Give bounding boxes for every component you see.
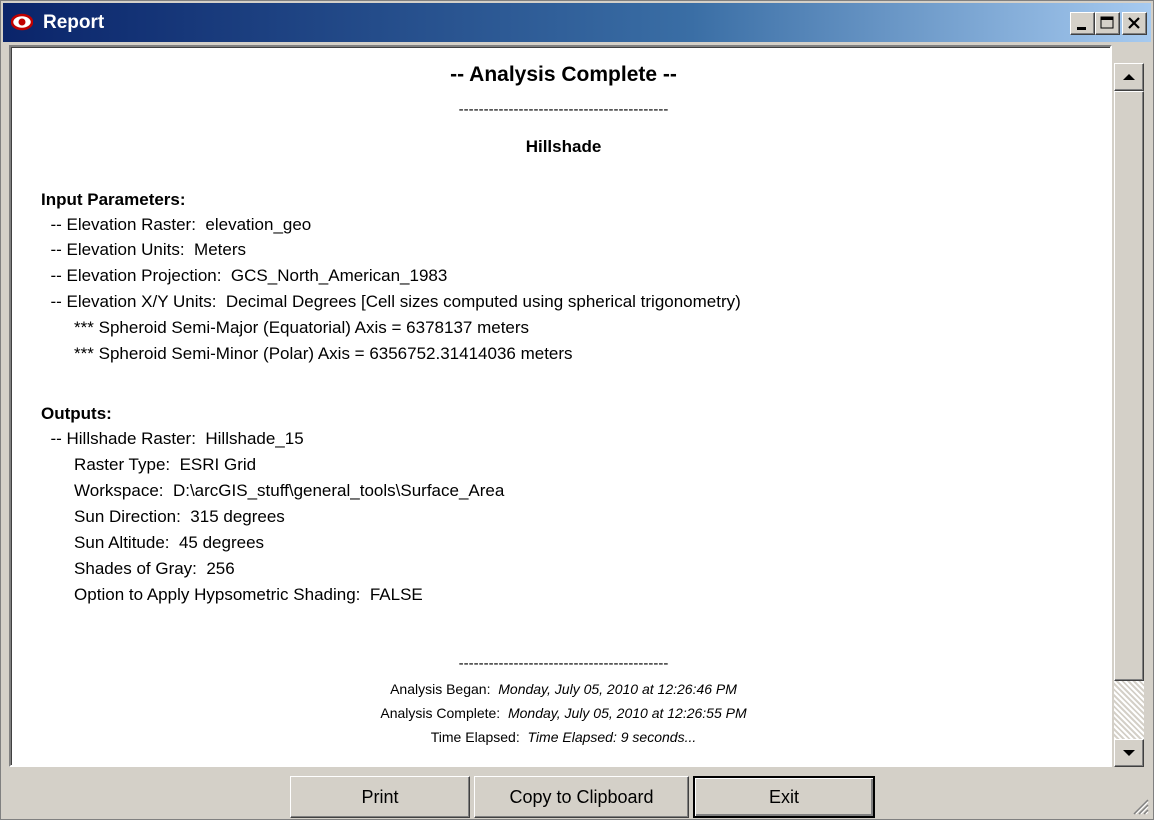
maximize-icon <box>1100 16 1114 29</box>
outputs-heading: Outputs: <box>41 404 112 423</box>
report-window: Report -- Analysis Complete -- ---------… <box>0 0 1154 820</box>
analysis-began-value: Monday, July 05, 2010 at 12:26:46 PM <box>498 681 737 697</box>
input-parameters-heading: Input Parameters: <box>41 190 186 209</box>
arrow-down-icon <box>1123 750 1135 756</box>
output-line: Sun Direction: 315 degrees <box>41 507 285 526</box>
input-line: *** Spheroid Semi-Major (Equatorial) Axi… <box>41 318 530 337</box>
input-line: -- Elevation Raster: elevation_geo <box>41 215 312 234</box>
report-text-area[interactable]: -- Analysis Complete -- ----------------… <box>9 45 1112 767</box>
time-elapsed: Time Elapsed: Time Elapsed: 9 seconds... <box>41 729 1086 745</box>
input-line: -- Elevation Projection: GCS_North_Ameri… <box>41 266 448 285</box>
maximize-button[interactable] <box>1095 12 1120 35</box>
exit-button-label: Exit <box>768 786 799 807</box>
time-elapsed-value: Time Elapsed: 9 seconds... <box>527 729 697 745</box>
close-button[interactable] <box>1122 12 1147 35</box>
window-title: Report <box>43 12 105 33</box>
output-line: Sun Altitude: 45 degrees <box>41 533 265 552</box>
scroll-up-button[interactable] <box>1114 63 1144 91</box>
close-icon <box>1128 17 1140 29</box>
output-line: -- Hillshade Raster: Hillshade_15 <box>41 429 304 448</box>
eye-icon <box>11 13 33 31</box>
footer-separator: ----------------------------------------… <box>458 655 669 672</box>
input-line: -- Elevation Units: Meters <box>41 240 247 259</box>
input-line: *** Spheroid Semi-Minor (Polar) Axis = 6… <box>41 344 573 363</box>
minimize-icon <box>1077 27 1086 30</box>
analysis-began: Analysis Began: Monday, July 05, 2010 at… <box>41 681 1086 697</box>
analysis-complete-label: Analysis Complete: <box>380 705 508 721</box>
print-button[interactable]: Print <box>290 776 470 818</box>
output-line: Workspace: D:\arcGIS_stuff\general_tools… <box>41 481 505 500</box>
output-line: Option to Apply Hypsometric Shading: FAL… <box>41 585 423 604</box>
input-line: -- Elevation X/Y Units: Decimal Degrees … <box>41 292 741 311</box>
report-heading: -- Analysis Complete -- <box>450 63 677 86</box>
analysis-complete-value: Monday, July 05, 2010 at 12:26:55 PM <box>507 705 747 721</box>
copy-to-clipboard-button[interactable]: Copy to Clipboard <box>474 776 689 818</box>
title-bar[interactable]: Report <box>3 3 1151 42</box>
tool-name: Hillshade <box>525 137 602 156</box>
time-elapsed-label: Time Elapsed: <box>430 729 528 745</box>
scroll-thumb[interactable] <box>1114 91 1144 681</box>
copy-button-label: Copy to Clipboard <box>509 786 654 807</box>
analysis-complete: Analysis Complete: Monday, July 05, 2010… <box>41 705 1086 721</box>
output-line: Shades of Gray: 256 <box>41 559 235 578</box>
arrow-up-icon <box>1123 74 1135 80</box>
print-button-label: Print <box>361 786 399 807</box>
minimize-button[interactable] <box>1070 12 1095 35</box>
output-line: Raster Type: ESRI Grid <box>41 455 257 474</box>
analysis-began-label: Analysis Began: <box>390 681 499 697</box>
scroll-track[interactable] <box>1114 681 1144 739</box>
vertical-scrollbar[interactable] <box>1114 63 1144 767</box>
scroll-down-button[interactable] <box>1114 739 1144 767</box>
exit-button[interactable]: Exit <box>693 776 875 818</box>
resize-grip-icon[interactable] <box>1131 797 1149 815</box>
separator-line: ----------------------------------------… <box>458 101 669 118</box>
